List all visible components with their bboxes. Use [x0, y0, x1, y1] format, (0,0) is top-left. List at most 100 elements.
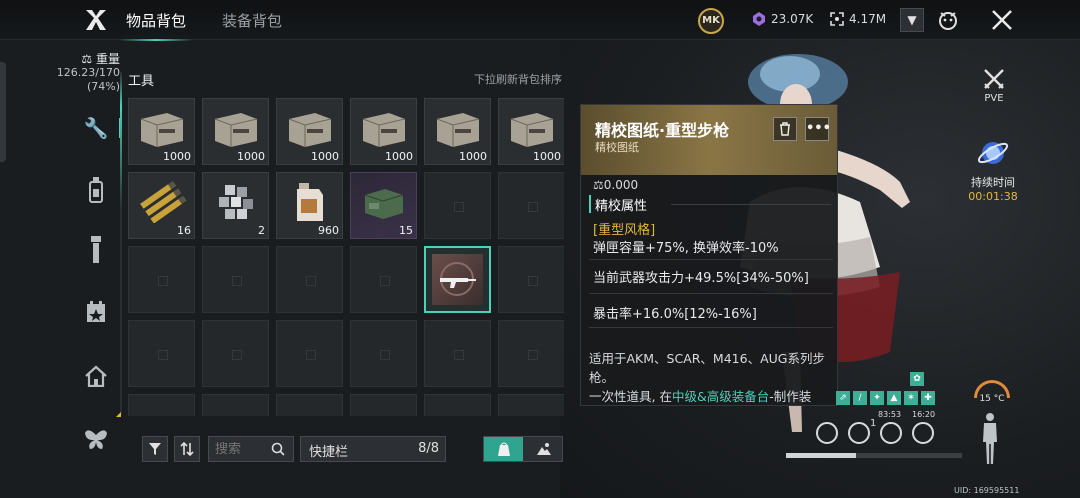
inventory-slot-empty[interactable] [276, 320, 343, 387]
inventory-slot-empty[interactable] [498, 320, 564, 387]
tab-equipment-bag[interactable]: 装备背包 [222, 10, 282, 31]
butterfly-icon [85, 430, 107, 449]
health-bar-fill [786, 453, 857, 458]
tab-item-bag[interactable]: 物品背包 [119, 10, 193, 41]
energy-status-icon[interactable] [912, 422, 934, 444]
buff-icon[interactable]: ✶ [904, 391, 918, 405]
more-options-button[interactable]: ••• [805, 117, 831, 141]
rail-divider [120, 72, 122, 414]
weight-info: ⚖ 重量 126.23/170 (74%) [48, 52, 120, 94]
quickbar-button[interactable]: 快捷栏 8/8 [300, 436, 446, 462]
category-events[interactable] [74, 292, 118, 332]
fuel-canister-icon [297, 183, 323, 221]
inventory-slot[interactable]: 1000 [276, 98, 343, 165]
stamina-status-icon[interactable] [816, 422, 838, 444]
buff-icon[interactable]: / [853, 391, 867, 405]
category-rail: 🔧 [74, 100, 122, 480]
inventory-slot-empty[interactable] [128, 246, 195, 313]
inventory-slot[interactable]: 960 [276, 172, 343, 239]
quickbar-label: 快捷栏 [309, 445, 349, 460]
pve-label: PVE [984, 93, 1004, 104]
attribute-divider [589, 259, 833, 260]
inventory-slot[interactable]: 1000 [202, 98, 269, 165]
buff-icon[interactable]: ✿ [910, 372, 924, 386]
hunger-status-icon[interactable] [848, 422, 870, 444]
filter-icon [149, 443, 161, 455]
inventory-slot-empty[interactable] [350, 246, 417, 313]
pve-mode-button[interactable]: PVE [980, 68, 1008, 104]
house-icon [85, 365, 107, 388]
inventory-slot[interactable]: 16 [128, 172, 195, 239]
thirst-status-icon[interactable] [880, 422, 902, 444]
currency-frame: 4.17M [830, 12, 886, 26]
category-tools[interactable]: 🔧 [74, 108, 122, 148]
inventory-grid: 1000 1000 1000 1000 1000 1000 16 2 960 1… [128, 98, 564, 416]
body-status-icon[interactable] [980, 412, 1000, 466]
inventory-slot-empty[interactable] [202, 394, 269, 416]
inventory-slot[interactable]: 1000 [128, 98, 195, 165]
category-home[interactable] [74, 356, 118, 396]
search-field[interactable] [208, 436, 294, 462]
inventory-slot-empty[interactable] [498, 172, 564, 239]
category-special[interactable] [74, 420, 118, 460]
close-icon[interactable] [990, 8, 1014, 32]
toggle-landscape-view[interactable] [524, 437, 563, 461]
inventory-slot[interactable]: 1000 [424, 98, 491, 165]
inventory-slot-empty[interactable] [276, 246, 343, 313]
inventory-slot-empty[interactable] [498, 394, 564, 416]
corner-marker [116, 412, 121, 417]
ammo-box-icon [364, 189, 404, 219]
inventory-slot[interactable]: 15 [350, 172, 417, 239]
chevron-down-icon[interactable]: ▼ [900, 8, 924, 32]
toggle-bag-view[interactable] [484, 437, 523, 461]
bag-icon [497, 442, 510, 456]
inventory-slot-empty[interactable] [202, 246, 269, 313]
buff-icon[interactable]: ✦ [870, 391, 884, 405]
category-consumables[interactable] [74, 170, 118, 210]
inventory-slot-empty[interactable] [424, 394, 491, 416]
sort-button[interactable] [174, 436, 200, 462]
item-quantity: 16 [177, 224, 191, 237]
energy-timer: 16:20 [912, 410, 936, 419]
description-usage: 一次性道具, 在中级&高级装备台-制作装 [589, 389, 812, 404]
inventory-slot-empty[interactable] [350, 320, 417, 387]
delete-button[interactable] [773, 117, 797, 141]
item-quantity: 1000 [385, 150, 413, 163]
status-indicators: 1 83:53 16:20 [816, 410, 946, 446]
search-icon[interactable] [271, 442, 285, 456]
search-input[interactable] [215, 441, 271, 457]
view-toggle [483, 436, 563, 462]
workbench-link[interactable]: 中级&高级装备台 [672, 389, 769, 404]
inventory-slot-empty[interactable] [424, 320, 491, 387]
game-logo-icon[interactable] [84, 8, 108, 32]
weight-percent: (74%) [86, 80, 120, 93]
filter-button[interactable] [142, 436, 168, 462]
item-title: 精校图纸·重型步枪 [595, 121, 730, 140]
pet-face-icon[interactable] [936, 8, 960, 32]
item-quantity: 2 [258, 224, 265, 237]
metal-cubes-icon [219, 185, 253, 219]
inventory-slot[interactable]: 1000 [350, 98, 417, 165]
inventory-slot[interactable]: 1000 [498, 98, 564, 165]
membership-badge[interactable]: MK [698, 8, 724, 34]
buff-duration[interactable]: 持续时间 00:01:38 [962, 136, 1024, 204]
inventory-slot-selected[interactable] [424, 246, 491, 313]
inventory-slot-empty[interactable] [350, 394, 417, 416]
ammo-crate-icon [436, 113, 480, 147]
inventory-slot-empty[interactable] [202, 320, 269, 387]
side-drawer-handle[interactable] [0, 62, 6, 162]
inventory-slot-empty[interactable] [424, 172, 491, 239]
category-devices[interactable] [74, 230, 118, 270]
inventory-slot-empty[interactable] [128, 320, 195, 387]
crystal-value: 23.07K [771, 12, 814, 26]
inventory-slot-empty[interactable] [276, 394, 343, 416]
inventory-slot-empty[interactable] [128, 394, 195, 416]
inventory-slot[interactable]: 2 [202, 172, 269, 239]
inventory-slot-empty[interactable] [498, 246, 564, 313]
flashlight-icon [91, 236, 101, 263]
item-weight: ⚖0.000 [593, 178, 639, 192]
buff-icon[interactable]: ▲ [887, 391, 901, 405]
buff-icon[interactable]: ✚ [921, 391, 935, 405]
buff-icon[interactable]: ⇗ [836, 391, 850, 405]
ammo-crate-icon [288, 113, 332, 147]
